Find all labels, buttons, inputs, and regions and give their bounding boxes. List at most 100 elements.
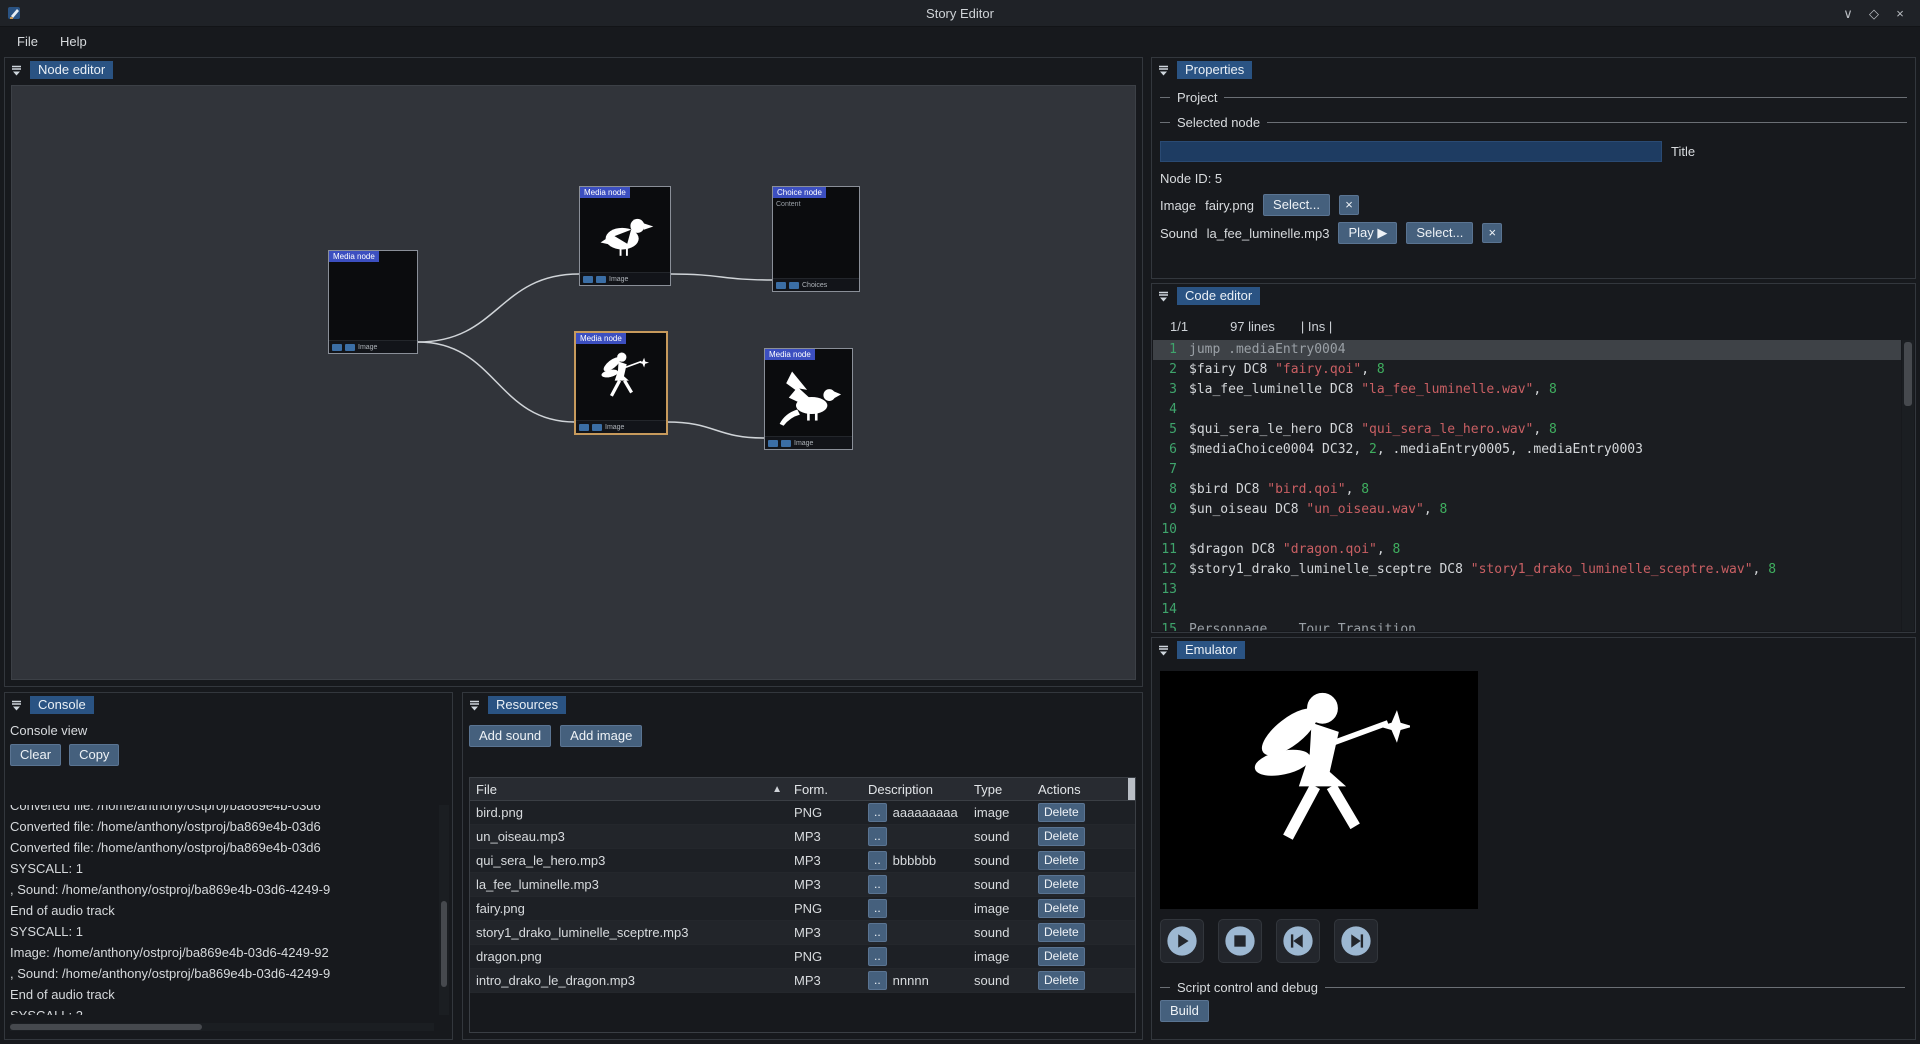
resource-row[interactable]: un_oiseau.mp3MP3..soundDelete: [470, 825, 1135, 849]
node-title: Media node: [576, 333, 626, 344]
node-port[interactable]: [596, 276, 606, 283]
node-port[interactable]: [583, 276, 593, 283]
menu-help[interactable]: Help: [49, 30, 98, 53]
description-edit-button[interactable]: ..: [868, 899, 887, 918]
node-port[interactable]: [592, 424, 602, 431]
resources-table-header: File ▲ Form. Description Type Actions: [470, 778, 1135, 801]
column-format[interactable]: Form.: [788, 782, 862, 797]
graph-node[interactable]: Choice nodeContentChoices: [772, 186, 860, 292]
collapse-panel-icon[interactable]: [468, 699, 481, 712]
stop-button[interactable]: [1218, 919, 1262, 963]
resource-row[interactable]: bird.pngPNG..aaaaaaaaaimageDelete: [470, 801, 1135, 825]
rewind-button[interactable]: [1276, 919, 1320, 963]
console-body: Console view Clear Copy Converted file: …: [5, 717, 452, 1039]
sound-select-button[interactable]: Select...: [1406, 222, 1473, 244]
description-edit-button[interactable]: ..: [868, 875, 887, 894]
delete-button[interactable]: Delete: [1038, 971, 1085, 990]
delete-button[interactable]: Delete: [1038, 899, 1085, 918]
image-clear-button[interactable]: ×: [1339, 195, 1359, 215]
code-line: 10: [1153, 520, 1901, 540]
resource-actions: Delete: [1032, 851, 1128, 870]
minimize-button[interactable]: ∨: [1836, 3, 1860, 24]
node-port[interactable]: [345, 344, 355, 351]
node-canvas[interactable]: Media nodeImageMedia nodeImageChoice nod…: [11, 85, 1136, 680]
column-type[interactable]: Type: [968, 782, 1032, 797]
delete-button[interactable]: Delete: [1038, 803, 1085, 822]
column-actions[interactable]: Actions: [1032, 782, 1128, 797]
line-number: 2: [1153, 360, 1189, 380]
console-line: Image: /home/anthony/ostproj/ba869e4b-03…: [10, 942, 434, 963]
resource-row[interactable]: intro_drako_le_dragon.mp3MP3..nnnnnsound…: [470, 969, 1135, 993]
graph-node[interactable]: Media nodeImage: [575, 332, 667, 434]
console-log[interactable]: Converted file: /home/anthony/ostproj/ba…: [10, 805, 434, 1015]
empty-thumbnail: [329, 262, 417, 340]
description-edit-button[interactable]: ..: [868, 971, 887, 990]
node-port[interactable]: [781, 440, 791, 447]
resource-row[interactable]: fairy.pngPNG..imageDelete: [470, 897, 1135, 921]
maximize-button[interactable]: ◇: [1862, 3, 1886, 24]
menu-file[interactable]: File: [6, 30, 49, 53]
column-description[interactable]: Description: [862, 782, 968, 797]
image-select-button[interactable]: Select...: [1263, 194, 1330, 216]
console-horizontal-scrollbar[interactable]: [10, 1023, 434, 1031]
node-edge: [418, 342, 575, 422]
resource-format: MP3: [788, 853, 862, 868]
build-button[interactable]: Build: [1160, 1000, 1209, 1022]
collapse-panel-icon[interactable]: [1157, 64, 1170, 77]
delete-button[interactable]: Delete: [1038, 851, 1085, 870]
close-button[interactable]: ×: [1888, 3, 1912, 24]
collapse-panel-icon[interactable]: [1157, 644, 1170, 657]
sound-clear-button[interactable]: ×: [1482, 223, 1502, 243]
add-sound-button[interactable]: Add sound: [469, 725, 551, 747]
graph-node[interactable]: Media nodeImage: [328, 250, 418, 354]
node-footer-label: Image: [358, 344, 377, 351]
node-port[interactable]: [768, 440, 778, 447]
resource-row[interactable]: story1_drako_luminelle_sceptre.mp3MP3..s…: [470, 921, 1135, 945]
line-number: 4: [1153, 400, 1189, 420]
emulator-header: Emulator: [1152, 638, 1915, 662]
description-edit-button[interactable]: ..: [868, 851, 887, 870]
delete-button[interactable]: Delete: [1038, 947, 1085, 966]
forward-button[interactable]: [1334, 919, 1378, 963]
line-number: 12: [1153, 560, 1189, 580]
node-port[interactable]: [789, 282, 799, 289]
app-icon: [7, 5, 23, 21]
description-edit-button[interactable]: ..: [868, 827, 887, 846]
sort-ascending-icon: ▲: [772, 784, 782, 795]
panel-title: Properties: [1177, 61, 1252, 79]
delete-button[interactable]: Delete: [1038, 827, 1085, 846]
clear-button[interactable]: Clear: [10, 744, 61, 766]
description-edit-button[interactable]: ..: [868, 803, 887, 822]
copy-button[interactable]: Copy: [69, 744, 119, 766]
collapse-panel-icon[interactable]: [10, 699, 23, 712]
title-input[interactable]: [1160, 141, 1662, 162]
description-text: aaaaaaaaa: [893, 805, 958, 820]
resource-actions: Delete: [1032, 827, 1128, 846]
resource-description: ..bbbbbb: [862, 851, 968, 870]
resource-row[interactable]: dragon.pngPNG..imageDelete: [470, 945, 1135, 969]
console-vertical-scrollbar[interactable]: [439, 805, 449, 1015]
resource-type: sound: [968, 877, 1032, 892]
graph-node[interactable]: Media nodeImage: [579, 186, 671, 286]
node-port[interactable]: [332, 344, 342, 351]
node-port[interactable]: [579, 424, 589, 431]
collapse-panel-icon[interactable]: [1157, 290, 1170, 303]
sound-play-button[interactable]: Play ▶: [1338, 222, 1397, 244]
description-edit-button[interactable]: ..: [868, 947, 887, 966]
resource-format: MP3: [788, 973, 862, 988]
code-area[interactable]: 1jump .mediaEntry00042$fairy DC8 "fairy.…: [1153, 340, 1901, 631]
resource-row[interactable]: qui_sera_le_hero.mp3MP3..bbbbbbsoundDele…: [470, 849, 1135, 873]
add-image-button[interactable]: Add image: [560, 725, 642, 747]
delete-button[interactable]: Delete: [1038, 875, 1085, 894]
description-edit-button[interactable]: ..: [868, 923, 887, 942]
resource-row[interactable]: la_fee_luminelle.mp3MP3..soundDelete: [470, 873, 1135, 897]
delete-button[interactable]: Delete: [1038, 923, 1085, 942]
column-file[interactable]: File ▲: [470, 782, 788, 797]
play-button[interactable]: [1160, 919, 1204, 963]
node-port[interactable]: [776, 282, 786, 289]
collapse-panel-icon[interactable]: [10, 64, 23, 77]
panel-title: Console: [30, 696, 94, 714]
code-vertical-scrollbar[interactable]: [1902, 340, 1914, 631]
rewind-icon: [1281, 924, 1315, 958]
graph-node[interactable]: Media nodeImage: [764, 348, 853, 450]
